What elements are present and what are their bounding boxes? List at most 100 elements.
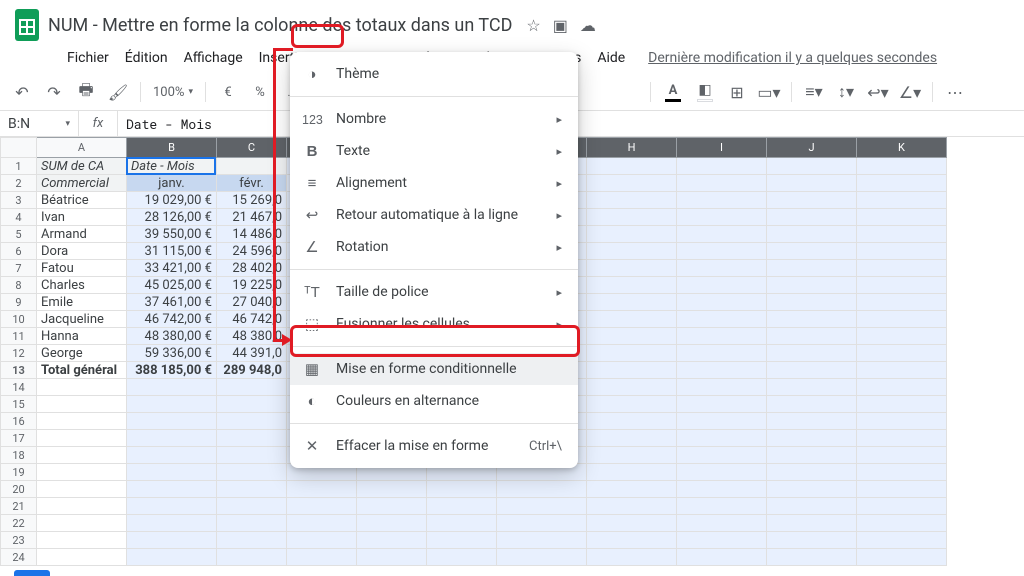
- cell[interactable]: [857, 413, 947, 430]
- cell[interactable]: [37, 464, 127, 481]
- cell[interactable]: [857, 515, 947, 532]
- cell[interactable]: [857, 328, 947, 345]
- row-hdr[interactable]: 20: [1, 481, 37, 498]
- cell[interactable]: [497, 498, 587, 515]
- move-icon[interactable]: ▣: [553, 16, 568, 35]
- cell[interactable]: [677, 328, 767, 345]
- undo-icon[interactable]: ↶: [8, 78, 36, 106]
- cell[interactable]: [767, 379, 857, 396]
- col-hdr-j[interactable]: J: [767, 138, 857, 158]
- row-hdr[interactable]: 2: [1, 175, 37, 192]
- cell[interactable]: 59 336,00 €: [127, 345, 217, 362]
- cell[interactable]: Béatrice: [37, 192, 127, 209]
- menu-edit[interactable]: Édition: [118, 46, 175, 70]
- cell[interactable]: [767, 277, 857, 294]
- row-hdr[interactable]: 15: [1, 396, 37, 413]
- cell[interactable]: [587, 413, 677, 430]
- cell[interactable]: [127, 430, 217, 447]
- cell[interactable]: Armand: [37, 226, 127, 243]
- cell[interactable]: [587, 549, 677, 566]
- cell[interactable]: 24 596,0: [217, 243, 287, 260]
- cell[interactable]: [217, 549, 287, 566]
- cell[interactable]: Commercial: [37, 175, 127, 192]
- cell[interactable]: [677, 243, 767, 260]
- cell[interactable]: [677, 260, 767, 277]
- cell[interactable]: Emile: [37, 294, 127, 311]
- cell[interactable]: [37, 515, 127, 532]
- row-hdr[interactable]: 18: [1, 447, 37, 464]
- cell[interactable]: [217, 447, 287, 464]
- cell[interactable]: [587, 277, 677, 294]
- doc-title[interactable]: NUM - Mettre en forme la colonne des tot…: [48, 15, 512, 36]
- cell[interactable]: [767, 396, 857, 413]
- cell[interactable]: 39 550,00 €: [127, 226, 217, 243]
- cell[interactable]: [767, 549, 857, 566]
- cell[interactable]: [427, 481, 497, 498]
- zoom-select[interactable]: 100%: [149, 85, 197, 100]
- text-color-icon[interactable]: A: [659, 78, 687, 106]
- cell[interactable]: [767, 430, 857, 447]
- cell[interactable]: [857, 430, 947, 447]
- cell[interactable]: [767, 515, 857, 532]
- cell[interactable]: 21 467,0: [217, 209, 287, 226]
- cell[interactable]: [857, 243, 947, 260]
- cell[interactable]: [127, 379, 217, 396]
- last-modified[interactable]: Dernière modification il y a quelques se…: [648, 50, 937, 66]
- menu-view[interactable]: Affichage: [177, 46, 250, 70]
- cell[interactable]: [127, 515, 217, 532]
- cell[interactable]: 46 742,00 €: [127, 311, 217, 328]
- cell[interactable]: [37, 481, 127, 498]
- cell[interactable]: [587, 192, 677, 209]
- cell[interactable]: [287, 498, 357, 515]
- cell[interactable]: [287, 481, 357, 498]
- menu-file[interactable]: Fichier: [60, 46, 116, 70]
- menu-fontsize[interactable]: ᵀTTaille de police▸: [290, 276, 578, 308]
- cell[interactable]: Hanna: [37, 328, 127, 345]
- cell[interactable]: 33 421,00 €: [127, 260, 217, 277]
- cell[interactable]: [357, 532, 427, 549]
- cell[interactable]: [677, 379, 767, 396]
- cell[interactable]: [767, 260, 857, 277]
- redo-icon[interactable]: ↷: [40, 78, 68, 106]
- cell[interactable]: George: [37, 345, 127, 362]
- cell[interactable]: [587, 243, 677, 260]
- col-hdr-a[interactable]: A: [37, 138, 127, 158]
- cell[interactable]: 14 486,0: [217, 226, 287, 243]
- menu-rotation[interactable]: ∠Rotation▸: [290, 231, 578, 263]
- cell[interactable]: [677, 413, 767, 430]
- valign-icon[interactable]: ↕▾: [832, 78, 860, 106]
- cell[interactable]: [767, 447, 857, 464]
- row-hdr[interactable]: 19: [1, 464, 37, 481]
- cell[interactable]: Fatou: [37, 260, 127, 277]
- cell[interactable]: [427, 549, 497, 566]
- cell[interactable]: [767, 294, 857, 311]
- cell[interactable]: [857, 396, 947, 413]
- cell[interactable]: [857, 192, 947, 209]
- menu-merge[interactable]: ⬚Fusionner les cellules▸: [290, 308, 578, 340]
- cell[interactable]: [677, 481, 767, 498]
- cell[interactable]: [857, 260, 947, 277]
- cell[interactable]: [127, 498, 217, 515]
- cell[interactable]: 289 948,0: [217, 362, 287, 379]
- cell[interactable]: [857, 175, 947, 192]
- menu-align[interactable]: ≡Alignement▸: [290, 167, 578, 199]
- menu-conditional-format[interactable]: ▦Mise en forme conditionnelle: [290, 353, 578, 385]
- menu-number[interactable]: 123Nombre▸: [290, 103, 578, 135]
- row-hdr[interactable]: 14: [1, 379, 37, 396]
- cell[interactable]: [857, 311, 947, 328]
- cell[interactable]: [857, 277, 947, 294]
- row-hdr[interactable]: 13: [1, 362, 37, 379]
- cell[interactable]: [37, 498, 127, 515]
- cell[interactable]: [677, 549, 767, 566]
- cell[interactable]: [677, 175, 767, 192]
- col-hdr-k[interactable]: K: [857, 138, 947, 158]
- cell[interactable]: [587, 328, 677, 345]
- cell[interactable]: Dora: [37, 243, 127, 260]
- cell[interactable]: [767, 498, 857, 515]
- row-hdr[interactable]: 1: [1, 158, 37, 175]
- cell[interactable]: [217, 464, 287, 481]
- cell[interactable]: [587, 311, 677, 328]
- row-hdr[interactable]: 3: [1, 192, 37, 209]
- cell[interactable]: [587, 345, 677, 362]
- cell[interactable]: [767, 345, 857, 362]
